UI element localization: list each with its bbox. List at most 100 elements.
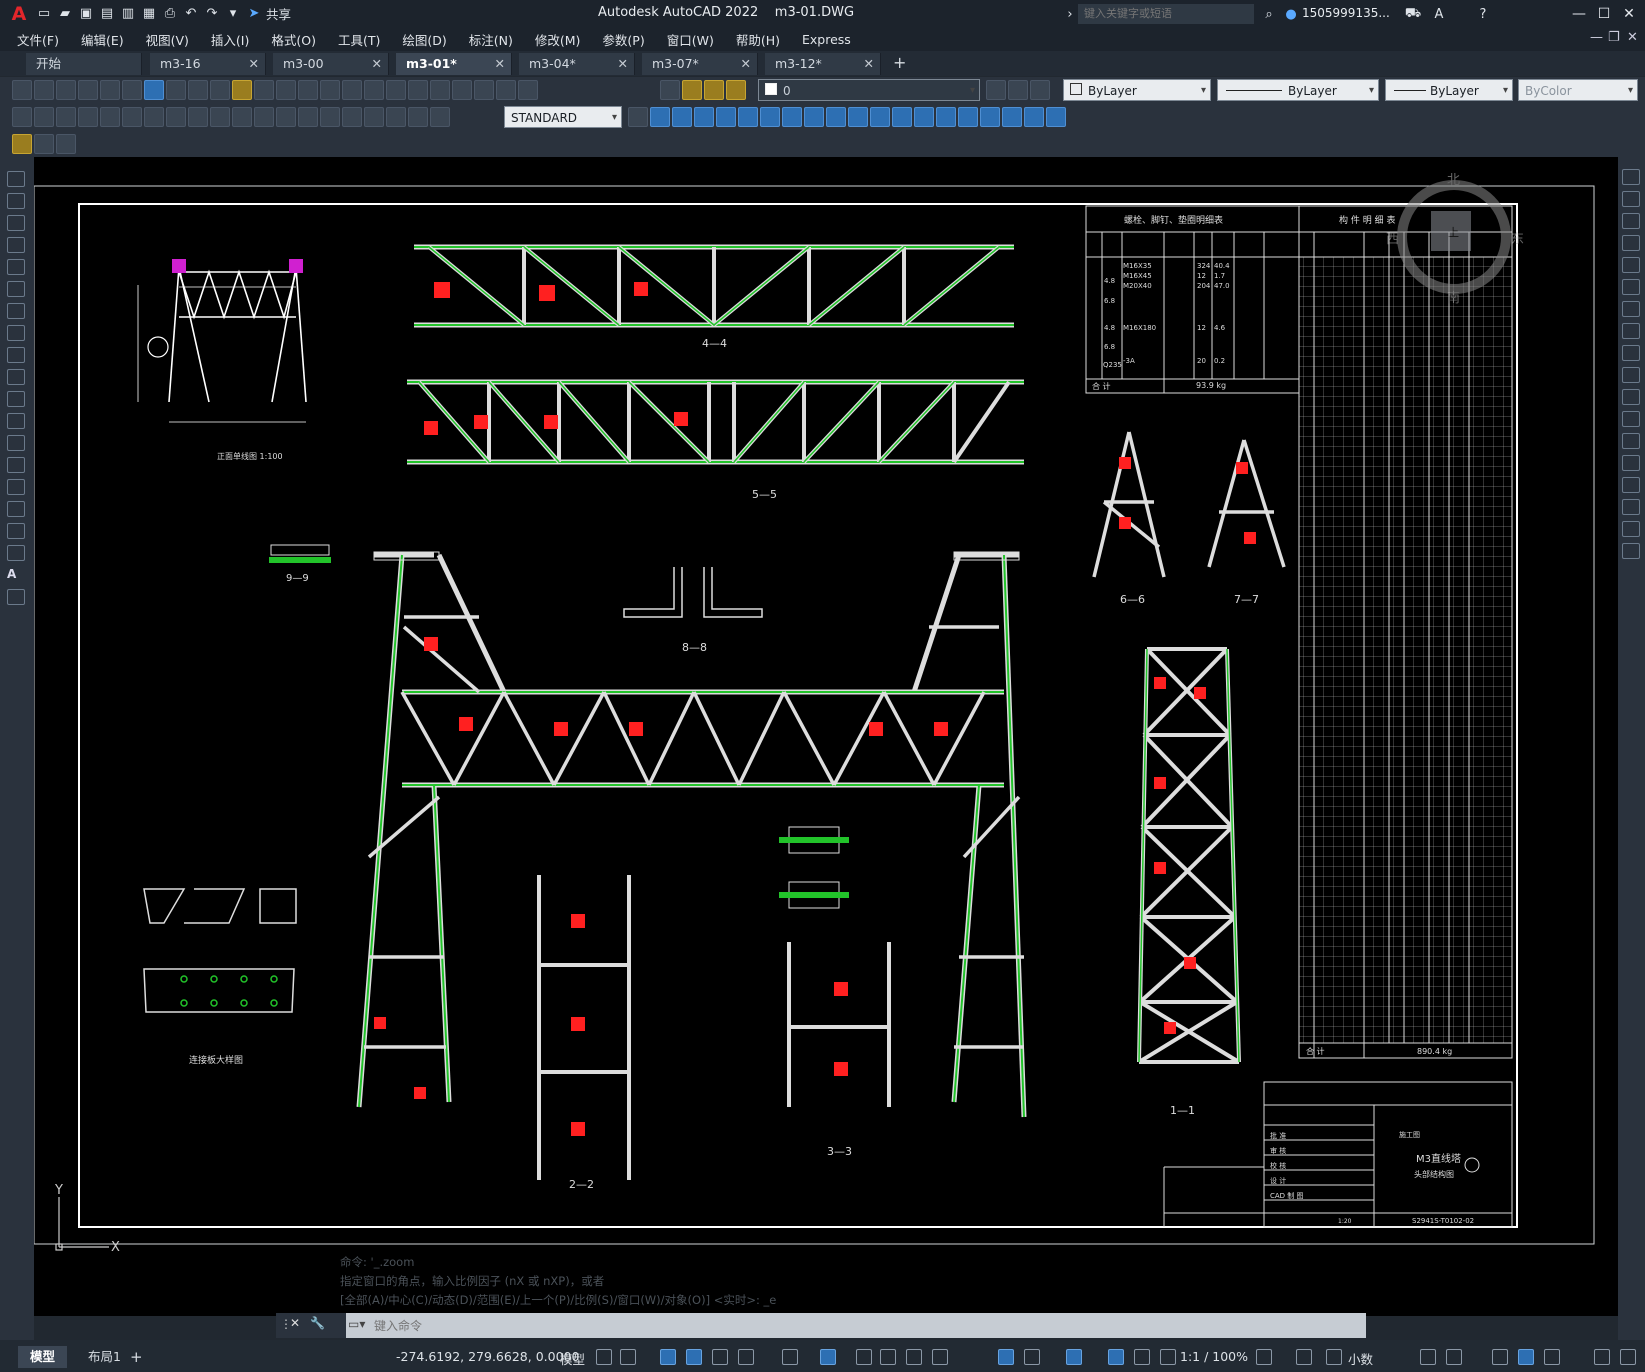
menu-item[interactable]: 窗口(W) bbox=[656, 30, 725, 49]
object-snap-icon[interactable] bbox=[856, 1349, 872, 1365]
clean-screen-icon[interactable] bbox=[1544, 1349, 1560, 1365]
dim-space-icon[interactable] bbox=[254, 107, 274, 127]
line-icon[interactable] bbox=[7, 171, 25, 187]
model-space-button[interactable]: 模型 bbox=[560, 1349, 585, 1368]
save-icon[interactable] bbox=[56, 80, 76, 100]
pan-icon[interactable] bbox=[298, 80, 318, 100]
explode-icon[interactable] bbox=[1622, 543, 1640, 559]
customization-icon[interactable] bbox=[1594, 1349, 1610, 1365]
web-save-icon[interactable]: ▦ bbox=[140, 5, 158, 23]
make-current-icon[interactable] bbox=[986, 80, 1006, 100]
gradient-icon[interactable] bbox=[7, 501, 25, 517]
copy-object-icon[interactable] bbox=[1622, 191, 1640, 207]
zoom-previous-icon[interactable] bbox=[364, 80, 384, 100]
paste-icon[interactable] bbox=[210, 80, 230, 100]
auto-scale-icon[interactable] bbox=[1160, 1349, 1176, 1365]
jogged-linear-icon[interactable] bbox=[364, 107, 384, 127]
selection-cycling-icon[interactable] bbox=[932, 1349, 948, 1365]
redo-icon[interactable]: ↷ bbox=[203, 5, 221, 23]
units-value[interactable]: 小数 bbox=[1348, 1349, 1373, 1368]
loft-icon[interactable] bbox=[870, 107, 890, 127]
linetype-dropdown[interactable]: ByLayer bbox=[1217, 79, 1379, 102]
menu-item[interactable]: 格式(O) bbox=[260, 30, 327, 49]
plot-icon[interactable]: ⎙ bbox=[161, 5, 179, 23]
extrude-icon[interactable] bbox=[804, 107, 824, 127]
publish-icon[interactable] bbox=[122, 80, 142, 100]
dim-continue-icon[interactable] bbox=[232, 107, 252, 127]
dim-angular-icon[interactable] bbox=[166, 107, 186, 127]
isodraft-icon[interactable] bbox=[782, 1349, 798, 1365]
dim-diameter-icon[interactable] bbox=[144, 107, 164, 127]
box-icon[interactable] bbox=[650, 107, 670, 127]
offset-icon[interactable] bbox=[1622, 235, 1640, 251]
sphere-icon[interactable] bbox=[716, 107, 736, 127]
dim-text-edit-icon[interactable] bbox=[408, 107, 428, 127]
save-as-icon[interactable]: ▤ bbox=[98, 5, 116, 23]
infer-icon[interactable] bbox=[660, 1349, 676, 1365]
save-icon[interactable]: ▣ bbox=[77, 5, 95, 23]
doc-minimize-icon[interactable]: — bbox=[1590, 30, 1603, 45]
menu-item[interactable]: 插入(I) bbox=[200, 30, 260, 49]
add-layout-icon[interactable]: + bbox=[118, 1346, 155, 1368]
slice-icon[interactable] bbox=[958, 107, 978, 127]
tab-m3-07[interactable]: m3-07* ✕ bbox=[642, 53, 758, 75]
menu-item[interactable]: 工具(T) bbox=[327, 30, 391, 49]
close-tab-icon[interactable]: ✕ bbox=[372, 53, 382, 75]
new-icon[interactable]: ▭ bbox=[35, 5, 53, 23]
interfere-icon[interactable] bbox=[1002, 107, 1022, 127]
break-point-icon[interactable] bbox=[1622, 411, 1640, 427]
qnew-icon[interactable] bbox=[12, 80, 32, 100]
insert-block-icon[interactable] bbox=[7, 413, 25, 429]
dim-break-icon[interactable] bbox=[276, 107, 296, 127]
dim-ordinate-icon[interactable] bbox=[78, 107, 98, 127]
quick-properties-icon[interactable] bbox=[1420, 1349, 1436, 1365]
rotate-icon[interactable] bbox=[1622, 301, 1640, 317]
arc-icon[interactable] bbox=[7, 281, 25, 297]
hardware-accel-icon[interactable] bbox=[1518, 1349, 1534, 1365]
dynamic-input-icon[interactable] bbox=[686, 1349, 702, 1365]
maximize-button[interactable]: ☐ bbox=[1593, 4, 1615, 24]
dim-style-icon[interactable] bbox=[628, 107, 648, 127]
fillet-icon[interactable] bbox=[1622, 499, 1640, 515]
extend-icon[interactable] bbox=[1622, 389, 1640, 405]
lineweight-dropdown[interactable]: ByLayer bbox=[1385, 79, 1513, 102]
polygon-icon[interactable] bbox=[7, 237, 25, 253]
menu-item[interactable]: 帮助(H) bbox=[725, 30, 791, 49]
subtract-icon[interactable] bbox=[914, 107, 934, 127]
drawing-canvas[interactable]: 4—4 5—5 正面单线图 1:100 9—9 8—8 2—2 3—3 连接板大… bbox=[34, 157, 1618, 1316]
layer-manager-icon[interactable] bbox=[660, 80, 680, 100]
close-tab-icon[interactable]: ✕ bbox=[864, 53, 874, 75]
help-icon[interactable]: ? bbox=[1474, 5, 1492, 23]
coordinates[interactable]: -274.6192, 279.6628, 0.0000 bbox=[396, 1349, 579, 1364]
customize-cmd-icon[interactable]: 🔧 bbox=[310, 1316, 325, 1330]
open-icon[interactable]: ▰ bbox=[56, 5, 74, 23]
layer-states-icon[interactable] bbox=[1030, 80, 1050, 100]
markup-icon[interactable] bbox=[474, 80, 494, 100]
help-icon[interactable] bbox=[518, 80, 538, 100]
dim-update-icon[interactable] bbox=[430, 107, 450, 127]
search-input[interactable] bbox=[1078, 4, 1254, 24]
preview-icon[interactable] bbox=[100, 80, 120, 100]
close-tab-icon[interactable]: ✕ bbox=[618, 53, 628, 75]
center-mark-icon[interactable] bbox=[320, 107, 340, 127]
dynamic-ucs-icon[interactable] bbox=[1024, 1349, 1040, 1365]
dim-aligned-icon[interactable] bbox=[34, 107, 54, 127]
selection-filter-icon[interactable] bbox=[1066, 1349, 1082, 1365]
move-icon[interactable] bbox=[1622, 279, 1640, 295]
command-input[interactable] bbox=[368, 1313, 1328, 1338]
units-icon[interactable] bbox=[1326, 1349, 1342, 1365]
properties-icon[interactable] bbox=[386, 80, 406, 100]
dim-radius-icon[interactable] bbox=[100, 107, 120, 127]
revolve-icon[interactable] bbox=[826, 107, 846, 127]
inspect-icon[interactable] bbox=[342, 107, 362, 127]
break-icon[interactable] bbox=[1622, 433, 1640, 449]
model-tab[interactable]: 模型 bbox=[18, 1346, 68, 1368]
menu-item[interactable]: Express bbox=[791, 32, 862, 47]
chamfer-icon[interactable] bbox=[1622, 477, 1640, 493]
undo-icon[interactable] bbox=[254, 80, 274, 100]
circle-icon[interactable] bbox=[7, 303, 25, 319]
menu-item[interactable]: 参数(P) bbox=[591, 30, 655, 49]
minimize-button[interactable]: — bbox=[1568, 4, 1590, 24]
add-selected-icon[interactable] bbox=[7, 589, 25, 605]
trim-icon[interactable] bbox=[1622, 367, 1640, 383]
